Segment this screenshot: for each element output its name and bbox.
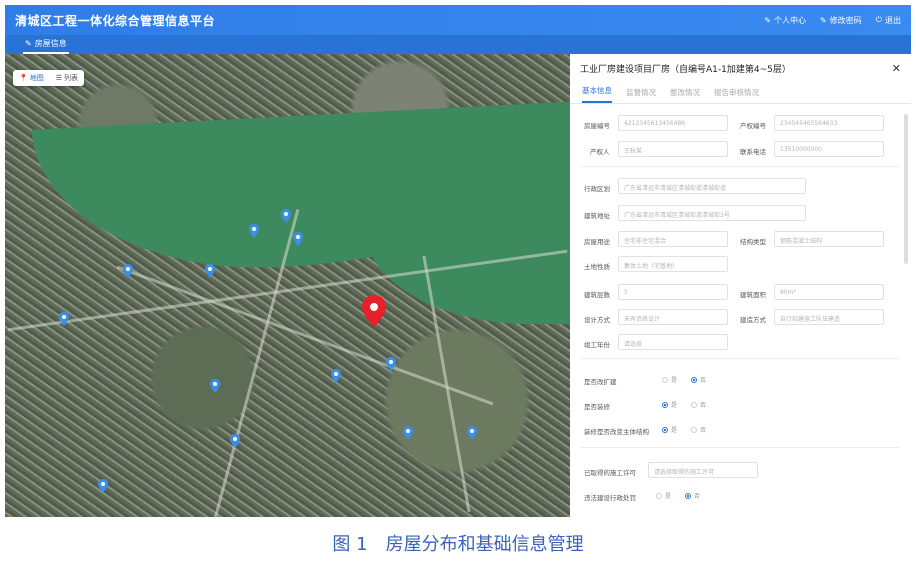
tab-house-info[interactable]: ✎ 房屋信息 — [23, 35, 69, 54]
panel-title: 工业厂房建设项目厂房（自编号A1-1加建第4~5层） — [580, 64, 791, 75]
house-pin[interactable] — [281, 209, 291, 223]
house-no-field[interactable]: 4212345613456486 — [618, 115, 728, 131]
build-field[interactable]: 自行招建施工队伍建造 — [774, 309, 884, 325]
map-view-toggle: 📍 地图 ☰ 列表 — [13, 70, 84, 86]
panel-header: 工业厂房建设项目厂房（自编号A1-1加建第4~5层） ✕ — [570, 54, 911, 82]
logout-icon: ⏻ — [875, 15, 882, 24]
panel-tabs: 基本信息 监督情况 整改情况 报告审核情况 — [570, 82, 911, 104]
floors-field[interactable]: 5 — [618, 284, 728, 300]
change-password-button[interactable]: ✎ 修改密码 — [820, 15, 862, 26]
house-pin[interactable] — [386, 357, 396, 371]
close-icon[interactable]: ✕ — [892, 62, 901, 75]
build-label: 建造方式 — [740, 316, 766, 324]
house-pin[interactable] — [249, 224, 259, 238]
structure-field[interactable]: 钢筋混凝土结构 — [774, 231, 884, 247]
usage-label: 房屋用途 — [584, 238, 610, 246]
list-view-button[interactable]: ☰ 列表 — [50, 70, 84, 86]
area-label: 建筑面积 — [740, 291, 766, 299]
house-pin[interactable] — [98, 479, 108, 493]
property-no-label: 产权编号 — [740, 122, 766, 130]
land-field[interactable]: 集体土地（宅基地） — [618, 256, 728, 272]
floors-label: 建筑层数 — [584, 291, 610, 299]
pencil-icon: ✎ — [819, 15, 827, 25]
detail-panel: 工业厂房建设项目厂房（自编号A1-1加建第4~5层） ✕ 基本信息 监督情况 整… — [570, 54, 911, 517]
house-pin[interactable] — [123, 264, 133, 278]
house-pin[interactable] — [293, 232, 303, 246]
house-pin[interactable] — [403, 426, 413, 440]
permit-select[interactable]: 请选择取得的施工许可 — [648, 462, 758, 478]
house-pin[interactable] — [59, 312, 69, 326]
house-no-label: 房屋编号 — [584, 122, 610, 130]
river-branch — [365, 174, 570, 324]
year-select[interactable]: 请选择 — [618, 334, 728, 350]
address-field[interactable]: 广东省清远市清城区清城街道清城街3号 — [618, 205, 806, 221]
property-no-field[interactable]: 234545465564633 — [774, 115, 884, 131]
logout-button[interactable]: ⏻ 退出 — [876, 15, 901, 26]
structure-change-label: 装修是否改变主体结构 — [584, 428, 649, 436]
radio-yes[interactable]: 是 — [656, 491, 671, 500]
structure-label: 结构类型 — [740, 238, 766, 246]
selected-house-pin[interactable] — [362, 295, 386, 327]
house-pin[interactable] — [210, 379, 220, 393]
radio-yes[interactable]: 是 — [662, 400, 677, 409]
penalty-radio-group: 是 否 — [656, 491, 700, 500]
radio-yes[interactable]: 是 — [662, 375, 677, 384]
list-icon: ☰ — [55, 74, 62, 82]
tab-supervision[interactable]: 监督情况 — [626, 87, 656, 103]
radio-yes[interactable]: 是 — [662, 425, 677, 434]
design-field[interactable]: 未有资质设计 — [618, 309, 728, 325]
owner-field[interactable]: 王秋某 — [618, 141, 728, 157]
radio-no[interactable]: 否 — [691, 375, 706, 384]
radio-no[interactable]: 否 — [691, 425, 706, 434]
penalty-label: 违法建设行政处罚 — [584, 494, 636, 502]
address-label: 建筑地址 — [584, 212, 610, 220]
divider — [580, 447, 900, 448]
profile-button[interactable]: ✎ 个人中心 — [764, 15, 806, 26]
map-pin-icon: 📍 — [19, 74, 28, 82]
owner-label: 产权人 — [590, 148, 610, 156]
phone-field[interactable]: 13510000000 — [774, 141, 884, 157]
app-title: 清城区工程一体化综合管理信息平台 — [15, 13, 216, 28]
tab-report-review[interactable]: 报告审核情况 — [714, 87, 759, 103]
panel-scrollbar[interactable] — [904, 114, 908, 264]
map-view-button[interactable]: 📍 地图 — [13, 70, 50, 86]
satellite-map[interactable]: 📍 地图 ☰ 列表 — [5, 54, 570, 517]
phone-label: 联系电话 — [740, 148, 766, 156]
radio-no[interactable]: 否 — [691, 400, 706, 409]
sub-nav: ✎ 房屋信息 — [5, 35, 911, 54]
pencil-icon: ✎ — [25, 39, 32, 48]
radio-no[interactable]: 否 — [685, 491, 700, 500]
expansion-label: 是否改扩建 — [584, 378, 617, 386]
divider — [580, 358, 900, 359]
house-pin[interactable] — [205, 264, 215, 278]
tab-basic-info[interactable]: 基本信息 — [582, 85, 612, 103]
area-field[interactable]: 80m² — [774, 284, 884, 300]
house-pin[interactable] — [467, 426, 477, 440]
pencil-icon: ✎ — [764, 15, 771, 25]
district-label: 行政区划 — [584, 185, 610, 193]
district-field[interactable]: 广东省清远市清城区清城街道清城街道 — [618, 178, 806, 194]
land-label: 土地性质 — [584, 263, 610, 271]
app-window: 清城区工程一体化综合管理信息平台 ✎ 个人中心 ✎ 修改密码 ⏻ 退出 ✎ 房屋信息 📍… — [5, 5, 911, 517]
figure-caption: 图 1 房屋分布和基础信息管理 — [332, 534, 584, 555]
year-label: 竣工年份 — [584, 341, 610, 349]
house-pin[interactable] — [230, 434, 240, 448]
usage-field[interactable]: 住宅非住宅混合 — [618, 231, 728, 247]
design-label: 设计方式 — [584, 316, 610, 324]
expansion-radio-group: 是 否 — [662, 375, 706, 384]
structure-change-radio-group: 是 否 — [662, 425, 706, 434]
decoration-label: 是否装修 — [584, 403, 610, 411]
house-pin[interactable] — [331, 369, 341, 383]
decoration-radio-group: 是 否 — [662, 400, 706, 409]
header-actions: ✎ 个人中心 ✎ 修改密码 ⏻ 退出 — [764, 15, 901, 26]
top-bar: 清城区工程一体化综合管理信息平台 ✎ 个人中心 ✎ 修改密码 ⏻ 退出 — [5, 5, 911, 35]
permit-label: 已取得的施工许可 — [584, 469, 636, 477]
tab-rectification[interactable]: 整改情况 — [670, 87, 700, 103]
divider — [580, 166, 900, 167]
